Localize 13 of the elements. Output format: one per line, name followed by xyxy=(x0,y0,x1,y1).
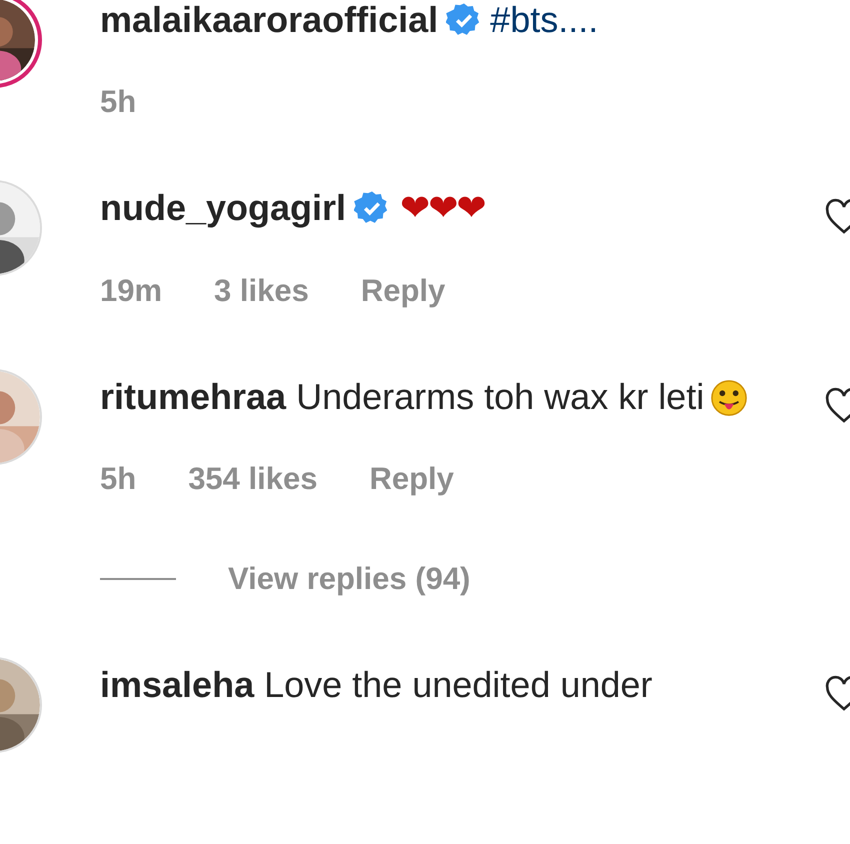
reply-button[interactable]: Reply xyxy=(369,459,454,499)
comment-text: malaikaaroraofficial #bts.... xyxy=(100,0,600,42)
likes-link[interactable]: 354 likes xyxy=(188,459,318,499)
comment-text: nude_yogagirl ❤❤❤ xyxy=(100,186,486,231)
comment-time: 5h xyxy=(100,83,136,121)
comment-time: 5h xyxy=(100,460,136,498)
comment-time: 19m xyxy=(100,272,162,310)
reply-button[interactable]: Reply xyxy=(360,271,446,311)
comment-text: ritumehraa Underarms toh wax kr leti xyxy=(100,369,750,425)
tongue-emoji-icon xyxy=(710,379,748,417)
likes-link[interactable]: 3 likes xyxy=(214,271,309,311)
view-replies-button[interactable]: View replies (94) xyxy=(228,559,470,599)
comment-text: imsaleha Love the unedited under xyxy=(100,663,654,707)
